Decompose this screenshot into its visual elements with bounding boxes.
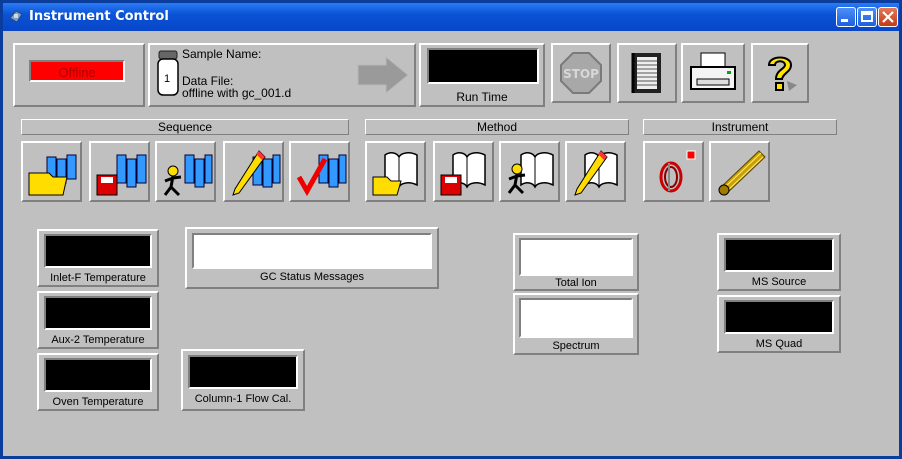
- save-sequence-icon: [96, 154, 147, 196]
- instrument-section-header: Instrument: [643, 119, 837, 135]
- start-arrow-icon: [357, 55, 409, 95]
- stop-icon: STOP: [560, 52, 602, 94]
- edit-method-icon: [574, 150, 618, 196]
- sequence-section-header: Sequence: [21, 119, 349, 135]
- ms-quad-label: MS Quad: [755, 338, 803, 350]
- spectrum-label: Spectrum: [552, 340, 600, 352]
- column-1-flow-label: Column-1 Flow Cal.: [194, 393, 292, 405]
- app-icon: [9, 10, 23, 23]
- print-button[interactable]: [681, 43, 745, 103]
- vial-number: 1: [164, 73, 171, 85]
- instrument-config-icon: [659, 150, 696, 193]
- method-section-header: Method: [365, 119, 629, 135]
- aux-2-temperature-display: [44, 296, 152, 330]
- logbook-button[interactable]: [617, 43, 677, 103]
- total-ion-panel: Total Ion: [513, 233, 639, 291]
- help-button[interactable]: [751, 43, 809, 103]
- maximize-icon: [861, 11, 873, 22]
- load-sequence-button[interactable]: [21, 141, 82, 202]
- window-title: Instrument Control: [29, 9, 169, 24]
- ms-source-gauge: MS Source: [717, 233, 841, 291]
- total-ion-label: Total Ion: [555, 277, 597, 289]
- client-area: Offline 1 Sample Name: Data File: offlin…: [3, 31, 899, 456]
- run-time-panel: Run Time: [419, 43, 545, 107]
- edit-sequence-button[interactable]: [223, 141, 284, 202]
- ms-quad-display: [724, 300, 834, 334]
- status-panel: Offline: [13, 43, 145, 107]
- load-method-icon: [372, 152, 418, 196]
- aux-2-temperature-label: Aux-2 Temperature: [51, 334, 145, 346]
- inlet-f-temperature-display: [44, 234, 152, 268]
- instrument-config-button[interactable]: [643, 141, 704, 202]
- spectrum-display: [519, 298, 633, 338]
- column-1-flow-display: [188, 355, 298, 389]
- data-file-value: offline with gc_001.d: [182, 86, 292, 100]
- run-method-button[interactable]: [499, 141, 560, 202]
- ms-source-label: MS Source: [751, 276, 807, 288]
- minimize-button[interactable]: [836, 7, 856, 27]
- ms-tune-button[interactable]: [709, 141, 770, 202]
- column-1-flow-gauge: Column-1 Flow Cal.: [181, 349, 305, 411]
- oven-temperature-gauge: Oven Temperature: [37, 353, 159, 411]
- run-sequence-button[interactable]: [155, 141, 216, 202]
- oven-temperature-label: Oven Temperature: [52, 396, 144, 408]
- sample-name-label: Sample Name:: [182, 47, 262, 61]
- maximize-button[interactable]: [857, 7, 877, 27]
- save-method-icon: [440, 152, 486, 196]
- run-method-icon: [507, 152, 554, 195]
- gc-status-messages-box: [192, 233, 432, 269]
- logbook-icon: [631, 53, 661, 93]
- ms-source-display: [724, 238, 834, 272]
- close-icon: [882, 11, 894, 23]
- run-sequence-icon: [163, 154, 213, 197]
- save-sequence-button[interactable]: [89, 141, 150, 202]
- title-bar[interactable]: Instrument Control: [3, 3, 899, 31]
- instrument-control-window: Instrument Control Offline 1 Sample Name…: [0, 0, 902, 459]
- ms-quad-gauge: MS Quad: [717, 295, 841, 353]
- gc-status-panel: GC Status Messages: [185, 227, 439, 289]
- aux-2-temperature-gauge: Aux-2 Temperature: [37, 291, 159, 349]
- inlet-f-temperature-gauge: Inlet-F Temperature: [37, 229, 159, 287]
- help-icon: [767, 56, 797, 91]
- edit-method-button[interactable]: [565, 141, 626, 202]
- run-time-display: [427, 48, 539, 84]
- run-time-label: Run Time: [456, 90, 508, 104]
- save-method-button[interactable]: [433, 141, 494, 202]
- stop-button[interactable]: STOP: [551, 43, 611, 103]
- check-sequence-button[interactable]: [289, 141, 350, 202]
- minimize-icon: [841, 19, 848, 22]
- close-button[interactable]: [878, 7, 898, 27]
- printer-icon: [690, 52, 736, 90]
- total-ion-display: [519, 238, 633, 276]
- spectrum-panel: Spectrum: [513, 293, 639, 355]
- ms-tune-icon: [718, 150, 766, 196]
- check-sequence-icon: [296, 154, 347, 197]
- stop-text: STOP: [563, 67, 599, 81]
- sample-panel[interactable]: 1 Sample Name: Data File: offline with g…: [148, 43, 416, 107]
- load-sequence-icon: [28, 154, 77, 196]
- oven-temperature-display: [44, 358, 152, 392]
- offline-status: Offline: [29, 60, 125, 82]
- load-method-button[interactable]: [365, 141, 426, 202]
- gc-status-messages-label: GC Status Messages: [260, 271, 364, 283]
- edit-sequence-icon: [232, 150, 281, 196]
- inlet-f-temperature-label: Inlet-F Temperature: [50, 272, 146, 284]
